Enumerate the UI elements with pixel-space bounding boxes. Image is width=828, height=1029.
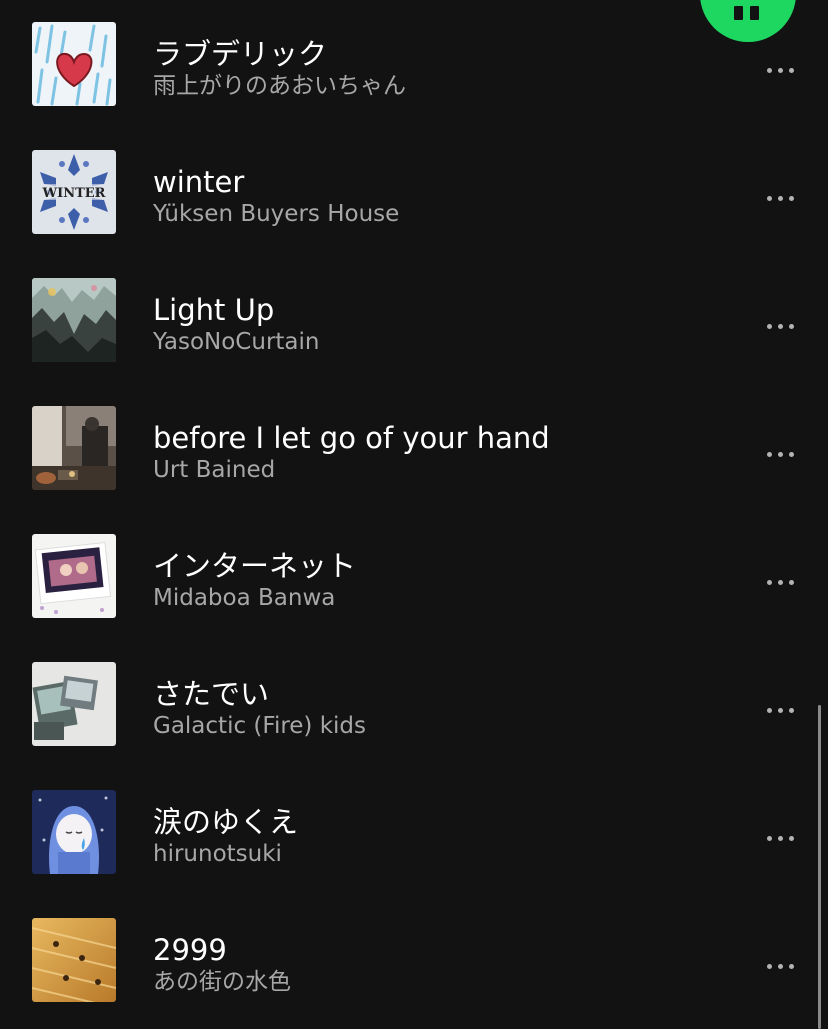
- album-cover-before-i-let-go: [32, 406, 116, 490]
- album-cover-internet: [32, 534, 116, 618]
- room-photo-art: [32, 406, 116, 490]
- track-row[interactable]: 2999 あの街の水色: [0, 918, 828, 1029]
- heart-rain-art: [32, 22, 116, 106]
- track-row[interactable]: 涙のゆくえ hirunotsuki: [0, 790, 828, 918]
- track-title: 涙のゆくえ: [153, 805, 299, 839]
- track-artist: Galactic (Fire) kids: [153, 713, 367, 739]
- track-row[interactable]: before I let go of your hand Urt Bained: [0, 406, 828, 534]
- polaroid-art: [32, 534, 116, 618]
- track-title: winter: [153, 165, 245, 199]
- track-artist: Yüksen Buyers House: [153, 201, 400, 227]
- more-options-icon[interactable]: [752, 692, 808, 728]
- track-row[interactable]: さたでい Galactic (Fire) kids: [0, 662, 828, 790]
- more-options-icon[interactable]: [752, 52, 808, 88]
- snowflake-art: WINTER: [32, 150, 116, 234]
- track-title: before I let go of your hand: [153, 421, 550, 455]
- album-cover-winter: WINTER: [32, 150, 116, 234]
- more-options-icon[interactable]: [752, 564, 808, 600]
- more-options-icon[interactable]: [752, 436, 808, 472]
- crying-girl-art: [32, 790, 116, 874]
- svg-text:WINTER: WINTER: [42, 186, 106, 201]
- track-list: ラブデリック 雨上がりのあおいちゃん WINTER winter Yüksen …: [0, 22, 828, 1029]
- mountain-art: [32, 278, 116, 362]
- track-row[interactable]: インターネット Midaboa Banwa: [0, 534, 828, 662]
- track-artist: Urt Bained: [153, 457, 276, 483]
- track-title: さたでい: [153, 677, 270, 711]
- more-options-icon[interactable]: [752, 308, 808, 344]
- photo-collage-art: [32, 662, 116, 746]
- track-title: 2999: [153, 933, 227, 967]
- track-artist: あの街の水色: [153, 969, 291, 995]
- album-cover-heart-rain: [32, 22, 116, 106]
- track-artist: 雨上がりのあおいちゃん: [153, 73, 406, 99]
- track-title: Light Up: [153, 293, 275, 327]
- track-artist: Midaboa Banwa: [153, 585, 336, 611]
- scrollbar[interactable]: [818, 705, 821, 1029]
- track-row[interactable]: ラブデリック 雨上がりのあおいちゃん: [0, 22, 828, 150]
- more-options-icon[interactable]: [752, 820, 808, 856]
- album-cover-satadei: [32, 662, 116, 746]
- track-row[interactable]: Light Up YasoNoCurtain: [0, 278, 828, 406]
- track-title: ラブデリック: [153, 37, 328, 71]
- more-options-icon[interactable]: [752, 180, 808, 216]
- track-artist: hirunotsuki: [153, 841, 282, 867]
- album-cover-2999: [32, 918, 116, 1002]
- track-row[interactable]: WINTER winter Yüksen Buyers House: [0, 150, 828, 278]
- pause-icon: [734, 6, 762, 20]
- track-artist: YasoNoCurtain: [153, 329, 320, 355]
- golden-texture-art: [32, 918, 116, 1002]
- track-title: インターネット: [153, 549, 357, 583]
- album-cover-light-up: [32, 278, 116, 362]
- album-cover-namida-no-yukue: [32, 790, 116, 874]
- more-options-icon[interactable]: [752, 948, 808, 984]
- playlist-screen: ラブデリック 雨上がりのあおいちゃん WINTER winter Yüksen …: [0, 0, 828, 1029]
